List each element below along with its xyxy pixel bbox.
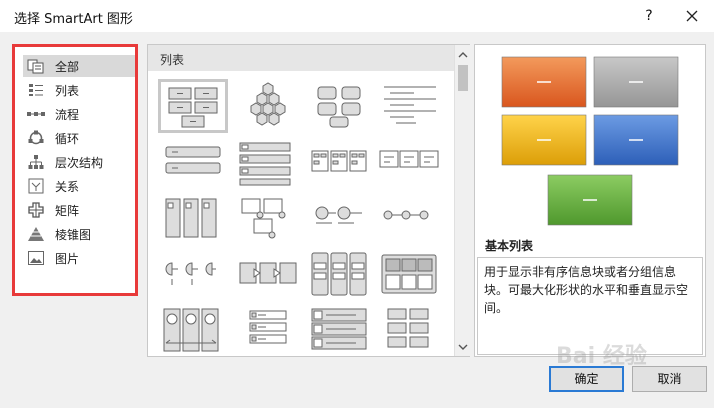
layout-gallery: 列表 — [147, 44, 470, 357]
layout-tab-list[interactable] — [376, 137, 442, 187]
layout-circle-process-list[interactable] — [376, 193, 442, 243]
category-picture[interactable]: 图片 — [23, 247, 135, 269]
help-button[interactable]: ? — [638, 5, 660, 27]
all-icon — [27, 58, 45, 74]
preview-image — [501, 56, 679, 226]
layout-tile-grid-list[interactable] — [376, 249, 442, 299]
layout-arrow-block-list[interactable] — [236, 249, 302, 299]
layout-picture-band-list[interactable] — [158, 305, 224, 355]
layout-stacked-list[interactable] — [236, 137, 302, 187]
gallery-title: 列表 — [160, 53, 185, 67]
picture-icon — [27, 250, 45, 266]
category-label: 关系 — [55, 179, 80, 194]
category-label: 层次结构 — [55, 155, 104, 170]
gallery-header: 列表 — [148, 45, 454, 71]
scroll-thumb[interactable] — [458, 65, 468, 91]
layout-square-accent-list[interactable] — [236, 305, 302, 355]
category-label: 流程 — [55, 107, 80, 122]
relationship-icon — [27, 178, 45, 194]
layout-rounded-block-list[interactable] — [306, 81, 372, 131]
close-icon — [686, 10, 698, 22]
layout-grouped-list[interactable] — [306, 249, 372, 299]
layout-vertical-bullet-list[interactable] — [158, 193, 224, 243]
layout-lined-list[interactable] — [376, 81, 442, 131]
category-label: 矩阵 — [55, 203, 80, 218]
category-label: 棱锥图 — [55, 227, 92, 242]
category-label: 图片 — [55, 251, 80, 266]
scroll-up-arrow-icon[interactable] — [455, 47, 471, 63]
layout-detailed-process-list[interactable] — [306, 305, 372, 355]
category-list-item[interactable]: 列表 — [23, 79, 135, 101]
category-all[interactable]: 全部 — [23, 55, 135, 77]
list-icon — [27, 82, 45, 98]
pyramid-icon — [27, 226, 45, 242]
title-bar: 选择 SmartArt 图形 ? — [0, 0, 714, 32]
close-button[interactable] — [680, 5, 704, 27]
layout-name: 基本列表 — [485, 239, 534, 253]
layout-bar-list[interactable] — [158, 137, 224, 187]
cancel-button[interactable]: 取消 — [632, 366, 707, 392]
scroll-down-arrow-icon[interactable] — [455, 339, 471, 355]
category-matrix[interactable]: 矩阵 — [23, 199, 135, 221]
ok-button[interactable]: 确定 — [549, 366, 624, 392]
layout-circle-accent-list[interactable] — [306, 193, 372, 243]
category-relationship[interactable]: 关系 — [23, 175, 135, 197]
layout-basic-block-list[interactable] — [158, 79, 228, 133]
category-list: 全部 列表 流程 循环 层次结构 关系 矩阵 棱锥图 图片 — [12, 44, 138, 296]
category-pyramid[interactable]: 棱锥图 — [23, 223, 135, 245]
layout-half-circle-list[interactable] — [158, 249, 224, 299]
category-label: 全部 — [55, 59, 80, 74]
preview-panel: 基本列表 用于显示非有序信息块或者分组信息块。可最大化形状的水平和垂直显示空间。 — [474, 44, 706, 357]
layout-staggered-block-list[interactable] — [376, 305, 442, 355]
layout-picture-caption-list[interactable] — [236, 193, 302, 243]
process-icon — [27, 106, 45, 122]
category-label: 循环 — [55, 131, 80, 146]
hierarchy-icon — [27, 154, 45, 170]
layout-hexagon-cluster[interactable] — [236, 81, 302, 131]
category-cycle[interactable]: 循环 — [23, 127, 135, 149]
category-hierarchy[interactable]: 层次结构 — [23, 151, 135, 173]
layout-table-list[interactable] — [306, 137, 372, 187]
dialog-title: 选择 SmartArt 图形 — [14, 12, 133, 27]
gallery-scrollbar[interactable] — [454, 45, 470, 356]
matrix-icon — [27, 202, 45, 218]
category-process[interactable]: 流程 — [23, 103, 135, 125]
category-label: 列表 — [55, 83, 80, 98]
cycle-icon — [27, 130, 45, 146]
